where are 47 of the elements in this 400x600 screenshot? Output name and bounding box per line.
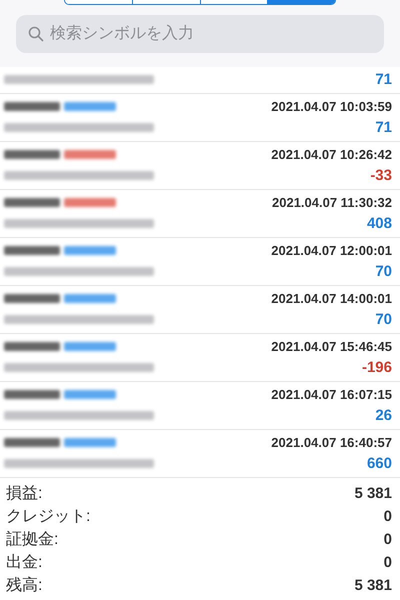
summary-label: 残高: bbox=[6, 576, 42, 596]
deal-time: 2021.04.07 16:07:15 bbox=[271, 387, 392, 402]
segment-tab[interactable] bbox=[200, 0, 268, 4]
redaction-mark bbox=[4, 150, 60, 159]
summary-label: 損益: bbox=[6, 484, 42, 504]
profit-value: 70 bbox=[375, 263, 392, 280]
redaction-mark bbox=[4, 294, 60, 303]
deal-row[interactable]: 2021.04.07 12:00:01 70 bbox=[0, 237, 400, 285]
summary-value: 5 381 bbox=[354, 577, 392, 594]
deal-row[interactable]: 2021.04.07 11:30:32 408 bbox=[0, 189, 400, 237]
deal-time: 2021.04.07 12:00:01 bbox=[271, 243, 392, 258]
deal-time: 2021.04.07 14:00:01 bbox=[271, 291, 392, 306]
deal-row[interactable]: 2021.04.07 15:46:45 -196 bbox=[0, 333, 400, 381]
redaction-mark bbox=[4, 342, 60, 351]
summary-label: 出金: bbox=[6, 552, 42, 573]
profit-value: 71 bbox=[375, 71, 392, 88]
summary-value: 0 bbox=[384, 531, 392, 548]
deal-time: 2021.04.07 15:46:45 bbox=[271, 339, 392, 354]
summary-value: 0 bbox=[384, 554, 392, 571]
redaction-mark bbox=[4, 438, 60, 447]
search-field[interactable]: 検索シンボルを入力 bbox=[16, 15, 384, 53]
profit-value: -196 bbox=[362, 359, 392, 376]
profit-value: -33 bbox=[370, 167, 392, 184]
summary-value: 5 381 bbox=[354, 485, 392, 502]
redaction-mark bbox=[4, 102, 60, 111]
deal-row[interactable]: 71 bbox=[0, 67, 400, 93]
deal-row[interactable]: 2021.04.07 16:40:57 660 bbox=[0, 429, 400, 477]
deal-row[interactable]: 2021.04.07 10:03:59 71 bbox=[0, 93, 400, 141]
profit-value: 26 bbox=[375, 407, 392, 424]
summary-label: クレジット: bbox=[6, 507, 90, 527]
profit-value: 408 bbox=[366, 215, 392, 232]
deal-row[interactable]: 2021.04.07 16:07:15 26 bbox=[0, 381, 400, 429]
redaction-mark bbox=[4, 198, 60, 207]
deal-time: 2021.04.07 11:30:32 bbox=[272, 195, 392, 210]
redaction-mark bbox=[4, 246, 60, 255]
search-icon bbox=[28, 26, 44, 42]
deal-row[interactable]: 2021.04.07 14:00:01 70 bbox=[0, 285, 400, 333]
profit-value: 70 bbox=[375, 311, 392, 328]
profit-value: 71 bbox=[375, 119, 392, 136]
redaction-mark bbox=[4, 390, 60, 399]
deal-time: 2021.04.07 10:26:42 bbox=[271, 147, 392, 162]
deal-time: 2021.04.07 16:40:57 bbox=[271, 435, 392, 450]
deal-time: 2021.04.07 10:03:59 bbox=[271, 99, 392, 114]
deal-row[interactable]: 2021.04.07 10:26:42 -33 bbox=[0, 141, 400, 189]
summary-value: 0 bbox=[384, 508, 392, 525]
summary-label: 証拠金: bbox=[6, 530, 58, 550]
profit-value: 660 bbox=[366, 455, 392, 472]
